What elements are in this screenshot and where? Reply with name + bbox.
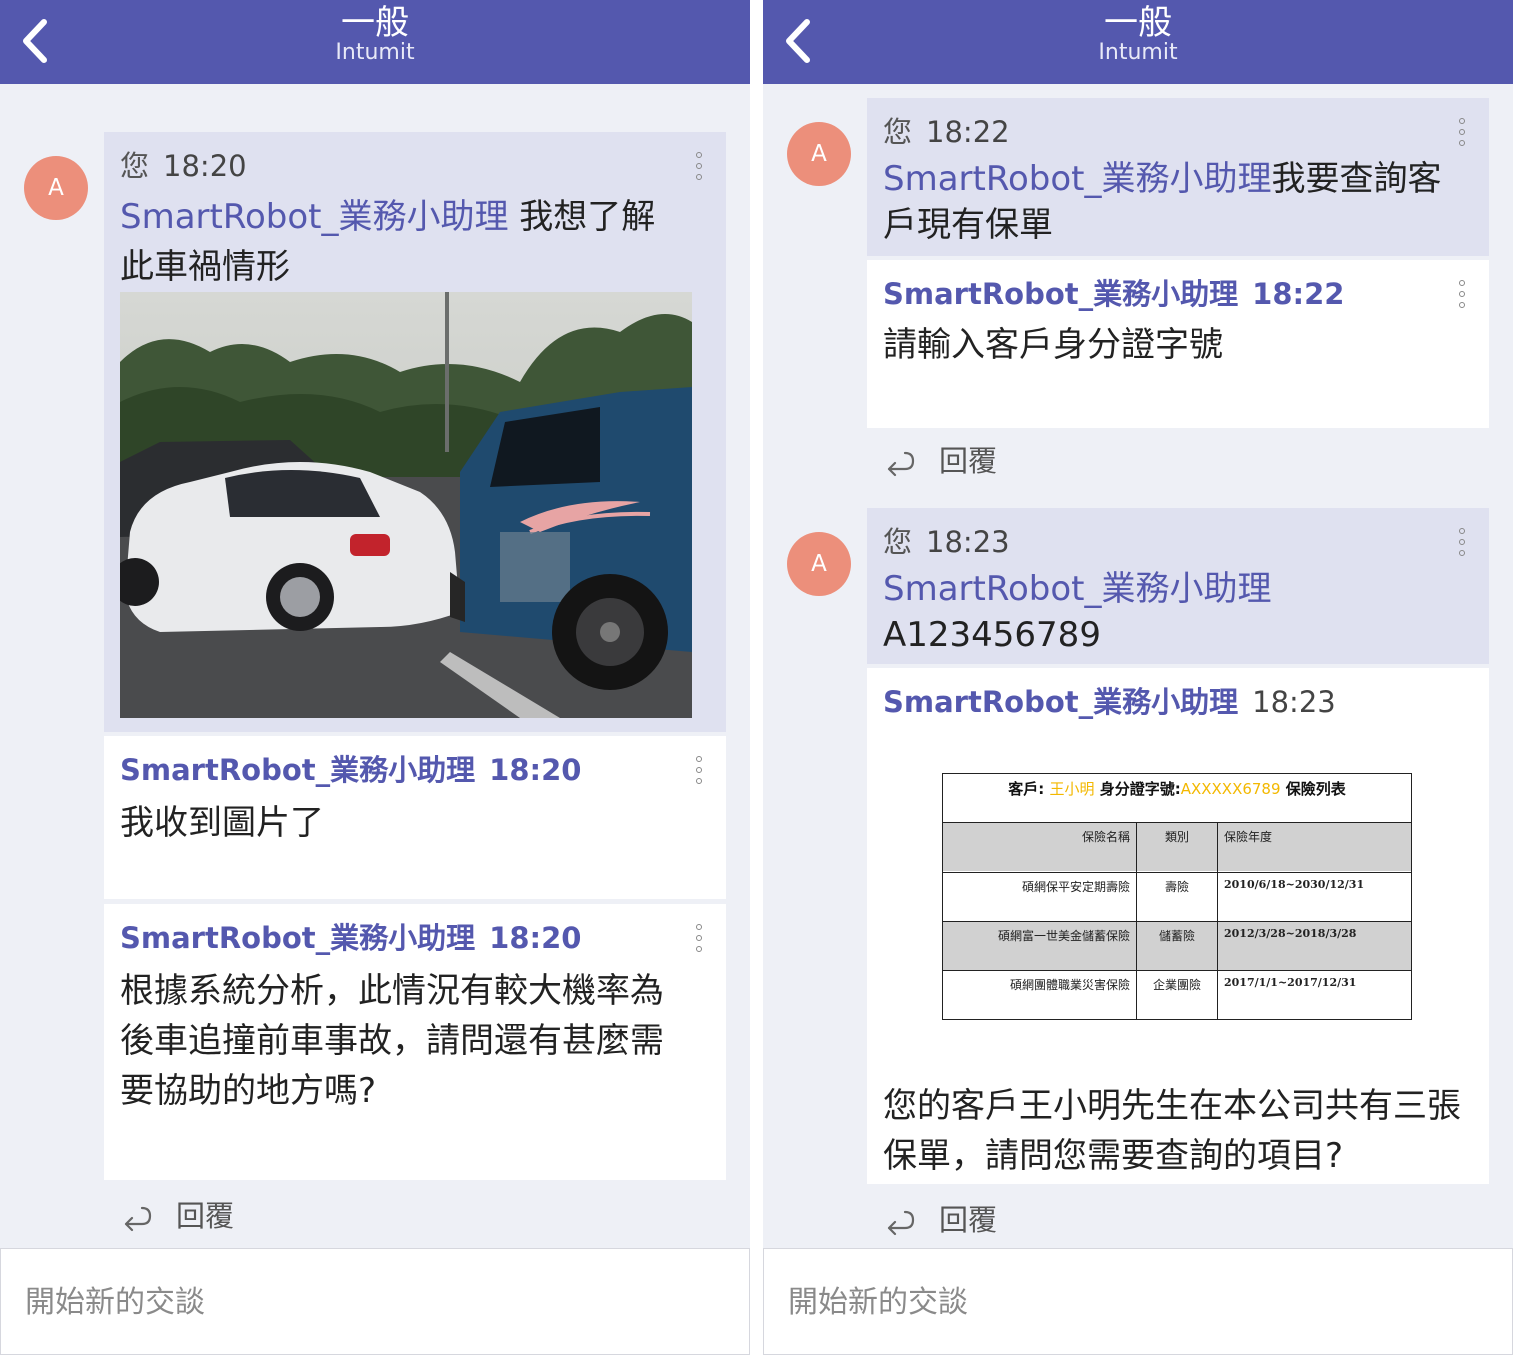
table-title: 客戶: 王小明 身分證字號:AXXXXX6789 保險列表 [943, 778, 1411, 818]
avatar[interactable]: A [787, 532, 851, 596]
message-body: SmartRobot_業務小助理我要查詢客戶現有保單 [883, 156, 1449, 248]
message-time: 18:20 [489, 753, 582, 787]
reply-button[interactable]: 回覆 [120, 1196, 234, 1236]
user-message-card: 您 18:23 SmartRobot_業務小助理 A123456789 [867, 508, 1489, 664]
header-cell: 類別 [1137, 823, 1218, 872]
team-name: Intumit [1098, 40, 1178, 65]
table-row: 碩網富一世美金儲蓄保險 儲蓄險 2012/3/28~2018/3/28 [943, 921, 1411, 971]
title-suffix: 保險列表 [1285, 780, 1346, 798]
channel-header: 一般 Intumit [763, 0, 1513, 84]
more-options-icon[interactable] [1455, 528, 1469, 560]
message-meta: 您 18:20 [120, 146, 247, 186]
more-options-icon[interactable] [692, 756, 706, 788]
bot-message-card: SmartRobot_業務小助理 18:20 我收到圖片了 [104, 736, 726, 899]
table-cell: 2017/1/1~2017/12/31 [1224, 976, 1357, 989]
bot-mention[interactable]: SmartRobot_業務小助理 [120, 197, 508, 237]
table-cell: 碩網團體職業災害保險 [943, 971, 1137, 1020]
client-name: 王小明 [1049, 780, 1095, 798]
message-time: 18:22 [926, 115, 1010, 149]
reply-button[interactable]: 回覆 [883, 441, 997, 481]
sender-name[interactable]: SmartRobot_業務小助理 [120, 753, 475, 787]
id-label: 身分證字號: [1099, 780, 1181, 798]
title-prefix: 客戶: [1008, 780, 1045, 798]
message-time: 18:22 [1252, 277, 1345, 311]
avatar[interactable]: A [24, 156, 88, 220]
chat-panel-left: 一般 Intumit A 您 18:20 SmartRobot_業務小助理 我想了… [0, 0, 750, 1355]
avatar[interactable]: A [787, 122, 851, 186]
new-conversation-bar [763, 1248, 1513, 1355]
table-header-row: 保險名稱 類別 保險年度 [943, 822, 1411, 872]
bot-message-card: SmartRobot_業務小助理 18:20 根據系統分析，此情況有較大機率為後車… [104, 904, 726, 1180]
reply-button[interactable]: 回覆 [883, 1200, 997, 1240]
id-value: AXXXXX6789 [1180, 780, 1281, 798]
reply-label: 回覆 [939, 1203, 998, 1237]
more-options-icon[interactable] [692, 924, 706, 956]
table-cell: 2010/6/18~2030/12/31 [1224, 878, 1365, 891]
bot-message-card: SmartRobot_業務小助理 18:23 客戶: 王小明 身分證字號:AXXX… [867, 668, 1489, 1184]
message-text: 請輸入客戶身分證字號 [883, 325, 1223, 365]
car-accident-photo[interactable] [120, 292, 692, 718]
message-time: 18:20 [163, 149, 247, 183]
sender-name: 您 [883, 525, 913, 559]
message-text: 我收到圖片了 [120, 803, 324, 843]
reply-label: 回覆 [176, 1199, 235, 1233]
sender-name[interactable]: SmartRobot_業務小助理 [883, 277, 1238, 311]
channel-header: 一般 Intumit [0, 0, 750, 84]
header-cell: 保險年度 [1224, 830, 1273, 844]
header-cell: 保險名稱 [943, 823, 1137, 872]
new-conversation-input[interactable] [25, 1277, 705, 1327]
message-body: SmartRobot_業務小助理 我想了解此車禍情形 [120, 192, 682, 292]
channel-title: 一般 [341, 3, 409, 43]
sender-name: 您 [883, 115, 913, 149]
bot-message-card: SmartRobot_業務小助理 18:22 請輸入客戶身分證字號 [867, 260, 1489, 428]
sender-name[interactable]: SmartRobot_業務小助理 [883, 685, 1238, 719]
table-cell: 企業團險 [1137, 971, 1218, 1020]
message-meta: SmartRobot_業務小助理 18:22 [883, 274, 1344, 314]
reply-arrow-icon [887, 451, 915, 477]
message-time: 18:23 [926, 525, 1010, 559]
sender-name: 您 [120, 149, 150, 183]
message-text: A123456789 [883, 615, 1101, 655]
new-conversation-input[interactable] [788, 1277, 1468, 1327]
bot-mention[interactable]: SmartRobot_業務小助理 [883, 159, 1271, 199]
table-cell: 壽險 [1137, 873, 1218, 922]
team-name: Intumit [335, 40, 415, 65]
message-time: 18:23 [1252, 685, 1336, 719]
reply-arrow-icon [887, 1210, 915, 1236]
user-message-card: 您 18:22 SmartRobot_業務小助理我要查詢客戶現有保單 [867, 98, 1489, 256]
insurance-list-table[interactable]: 客戶: 王小明 身分證字號:AXXXXX6789 保險列表 保險名稱 類別 保險… [942, 773, 1412, 1020]
more-options-icon[interactable] [1455, 118, 1469, 150]
channel-title: 一般 [1104, 3, 1172, 43]
chat-panel-right: 一般 Intumit A 您 18:22 SmartRobot_業務小助理我要查詢… [763, 0, 1513, 1355]
reply-arrow-icon [124, 1206, 152, 1232]
sender-name[interactable]: SmartRobot_業務小助理 [120, 921, 475, 955]
message-meta: 您 18:23 [883, 522, 1010, 562]
table-cell: 碩網富一世美金儲蓄保險 [943, 922, 1137, 971]
user-message-card: 您 18:20 SmartRobot_業務小助理 我想了解此車禍情形 [104, 132, 726, 732]
message-text: 根據系統分析，此情況有較大機率為後車追撞前車事故，請問還有甚麼需要協助的地方嗎? [120, 971, 664, 1111]
table-row: 碩網團體職業災害保險 企業團險 2017/1/1~2017/12/31 [943, 970, 1411, 1020]
reply-label: 回覆 [939, 444, 998, 478]
message-text: 您的客戶王小明先生在本公司共有三張保單，請問您需要查詢的項目? [883, 1086, 1461, 1176]
message-meta: SmartRobot_業務小助理 18:20 [120, 918, 581, 958]
more-options-icon[interactable] [692, 152, 706, 184]
table-cell: 碩網保平安定期壽險 [943, 873, 1137, 922]
bot-mention[interactable]: SmartRobot_業務小助理 [883, 569, 1271, 609]
message-body: SmartRobot_業務小助理 A123456789 [883, 566, 1449, 658]
message-meta: SmartRobot_業務小助理 18:23 [883, 682, 1336, 722]
message-time: 18:20 [489, 921, 582, 955]
table-cell: 儲蓄險 [1137, 922, 1218, 971]
message-meta: 您 18:22 [883, 112, 1010, 152]
table-row: 碩網保平安定期壽險 壽險 2010/6/18~2030/12/31 [943, 872, 1411, 922]
message-meta: SmartRobot_業務小助理 18:20 [120, 750, 581, 790]
table-cell: 2012/3/28~2018/3/28 [1224, 927, 1357, 940]
more-options-icon[interactable] [1455, 280, 1469, 312]
new-conversation-bar [0, 1248, 750, 1355]
